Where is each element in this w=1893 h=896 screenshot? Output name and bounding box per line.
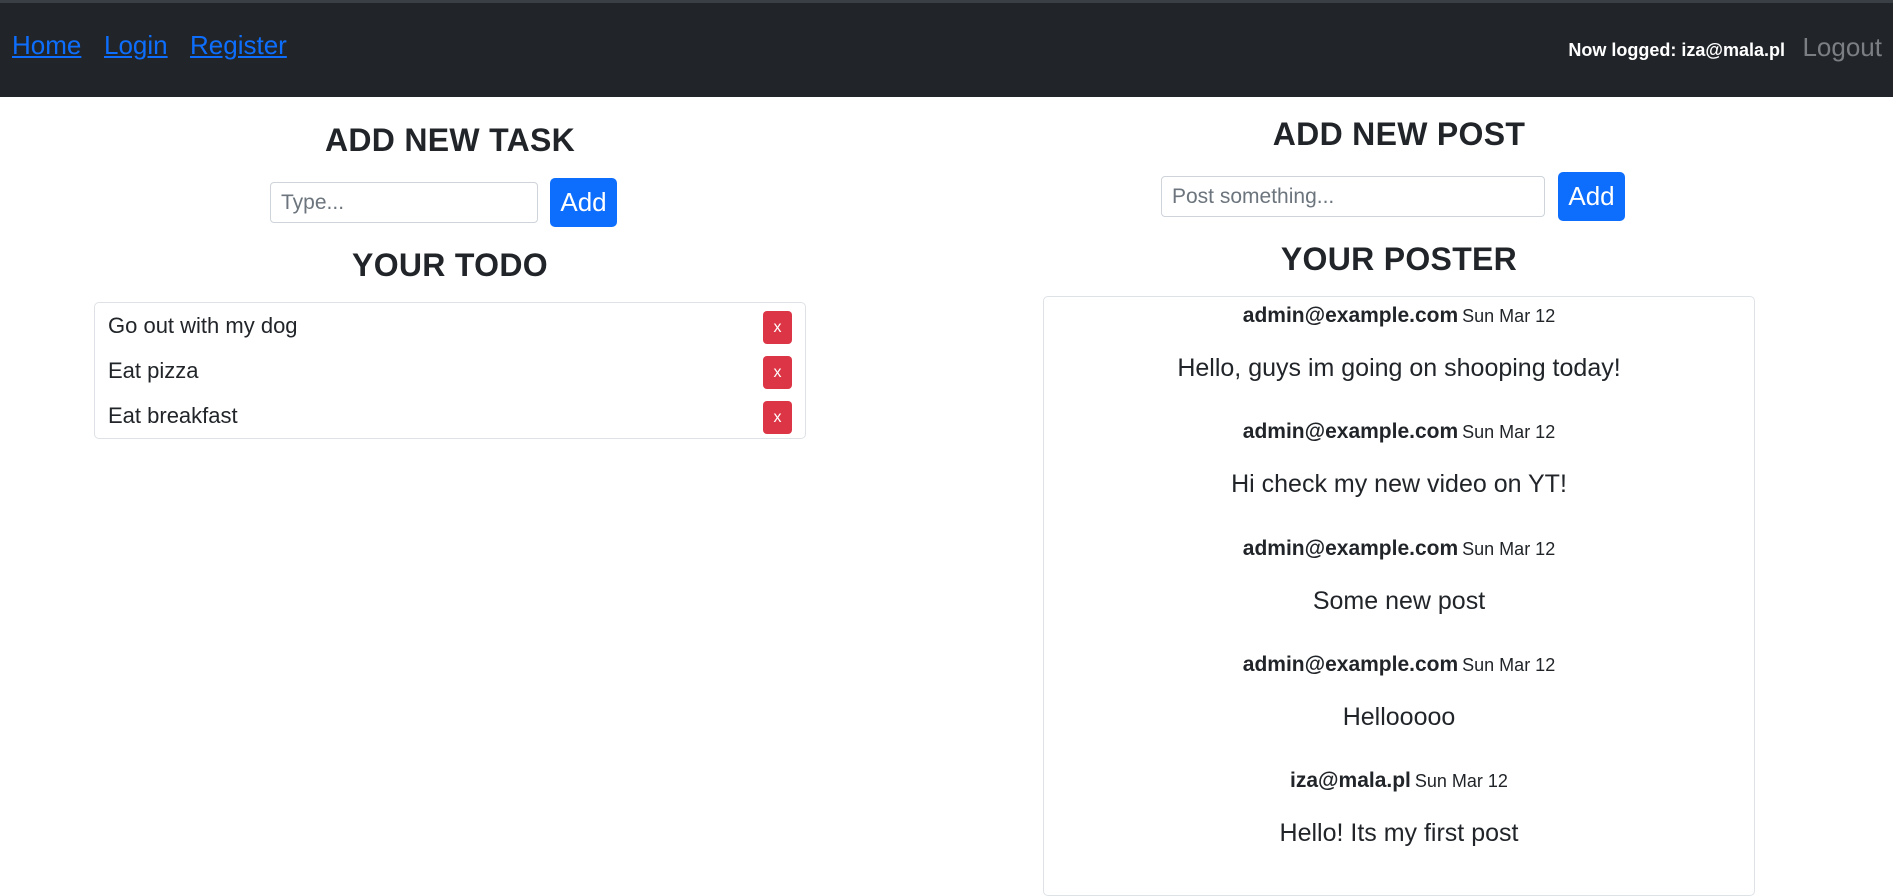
post-meta: iza@mala.pl Sun Mar 12 bbox=[1044, 769, 1754, 793]
nav-link-home[interactable]: Home bbox=[12, 30, 81, 61]
todo-item-text: Eat breakfast bbox=[108, 403, 238, 428]
delete-task-button[interactable]: x bbox=[763, 401, 792, 434]
nav-link-login[interactable]: Login bbox=[104, 30, 168, 61]
post-date: Sun Mar 12 bbox=[1462, 539, 1556, 559]
todo-item: Eat pizza x bbox=[95, 350, 805, 394]
add-post-button[interactable]: Add bbox=[1558, 172, 1625, 221]
post-item: admin@example.com Sun Mar 12 Hello, guys … bbox=[1044, 297, 1754, 413]
todo-item-text: Go out with my dog bbox=[108, 313, 298, 338]
post-item: iza@mala.pl Sun Mar 12 Hello! Its my firs… bbox=[1044, 762, 1754, 878]
logged-user-label: Now logged: iza@mala.pl bbox=[1568, 40, 1785, 60]
post-meta: admin@example.com Sun Mar 12 bbox=[1044, 537, 1754, 561]
post-item: admin@example.com Sun Mar 12 Hi check my … bbox=[1044, 413, 1754, 529]
post-author: admin@example.com bbox=[1242, 653, 1459, 676]
post-body: Hi check my new video on YT! bbox=[1231, 470, 1567, 498]
post-author: admin@example.com bbox=[1242, 537, 1459, 560]
post-item: admin@example.com Sun Mar 12 Some new pos… bbox=[1044, 530, 1754, 646]
post-meta: admin@example.com Sun Mar 12 bbox=[1044, 420, 1754, 444]
post-body: Hello! Its my first post bbox=[1279, 819, 1519, 847]
post-meta: admin@example.com Sun Mar 12 bbox=[1044, 304, 1754, 328]
post-author: iza@mala.pl bbox=[1290, 769, 1411, 792]
delete-task-button[interactable]: x bbox=[763, 356, 792, 389]
todo-heading: YOUR TODO bbox=[352, 247, 548, 283]
nav-link-register[interactable]: Register bbox=[190, 30, 287, 61]
post-date: Sun Mar 12 bbox=[1462, 655, 1556, 675]
post-author: admin@example.com bbox=[1242, 420, 1459, 443]
add-task-heading: ADD NEW TASK bbox=[324, 122, 576, 158]
post-body: Hello, guys im going on shooping today! bbox=[1177, 354, 1621, 382]
task-input[interactable] bbox=[270, 182, 538, 223]
post-date: Sun Mar 12 bbox=[1462, 306, 1556, 326]
post-body: Hellooooo bbox=[1342, 703, 1456, 731]
post-body: Some new post bbox=[1312, 587, 1486, 615]
todo-item: Eat breakfast x bbox=[95, 395, 805, 439]
delete-task-button[interactable]: x bbox=[763, 311, 792, 344]
logout-link[interactable]: Logout bbox=[1802, 32, 1882, 63]
post-author: admin@example.com bbox=[1242, 304, 1459, 327]
add-post-heading: ADD NEW POST bbox=[1272, 116, 1526, 152]
todo-item-text: Eat pizza bbox=[108, 358, 199, 383]
navbar: Home Login Register Now logged: iza@mala… bbox=[0, 0, 1893, 97]
posts-list: admin@example.com Sun Mar 12 Hello, guys … bbox=[1043, 296, 1755, 896]
add-task-button[interactable]: Add bbox=[550, 178, 617, 227]
poster-heading: YOUR POSTER bbox=[1280, 241, 1518, 277]
post-meta: admin@example.com Sun Mar 12 bbox=[1044, 653, 1754, 677]
post-date: Sun Mar 12 bbox=[1462, 422, 1556, 442]
post-date: Sun Mar 12 bbox=[1414, 771, 1508, 791]
todo-list: Go out with my dog x Eat pizza x Eat bre… bbox=[94, 302, 806, 439]
post-input[interactable] bbox=[1161, 176, 1545, 217]
post-item: admin@example.com Sun Mar 12 Hellooooo bbox=[1044, 646, 1754, 762]
todo-item: Go out with my dog x bbox=[95, 305, 805, 349]
